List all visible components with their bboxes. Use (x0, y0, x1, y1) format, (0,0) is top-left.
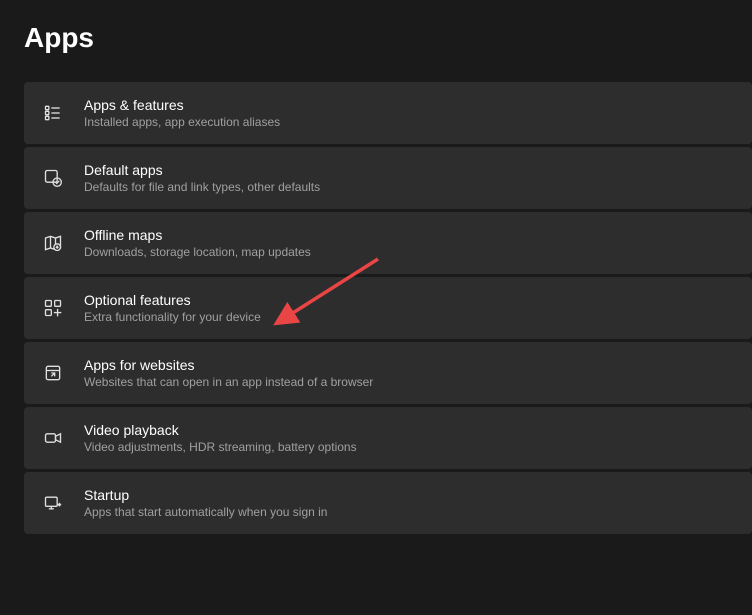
startup-icon (42, 492, 64, 514)
item-text: Startup Apps that start automatically wh… (84, 487, 327, 519)
list-checklist-icon (42, 102, 64, 124)
item-text: Default apps Defaults for file and link … (84, 162, 320, 194)
map-icon (42, 232, 64, 254)
item-subtitle: Extra functionality for your device (84, 310, 261, 324)
settings-item-startup[interactable]: Startup Apps that start automatically wh… (24, 472, 752, 534)
settings-list: Apps & features Installed apps, app exec… (0, 82, 752, 534)
settings-item-default-apps[interactable]: Default apps Defaults for file and link … (24, 147, 752, 209)
settings-item-apps-features[interactable]: Apps & features Installed apps, app exec… (24, 82, 752, 144)
item-text: Optional features Extra functionality fo… (84, 292, 261, 324)
default-apps-icon (42, 167, 64, 189)
item-title: Startup (84, 487, 327, 503)
settings-item-optional-features[interactable]: Optional features Extra functionality fo… (24, 277, 752, 339)
item-subtitle: Installed apps, app execution aliases (84, 115, 280, 129)
item-text: Offline maps Downloads, storage location… (84, 227, 311, 259)
item-title: Offline maps (84, 227, 311, 243)
item-text: Video playback Video adjustments, HDR st… (84, 422, 357, 454)
item-title: Video playback (84, 422, 357, 438)
settings-item-offline-maps[interactable]: Offline maps Downloads, storage location… (24, 212, 752, 274)
item-subtitle: Apps that start automatically when you s… (84, 505, 327, 519)
apps-websites-icon (42, 362, 64, 384)
item-text: Apps & features Installed apps, app exec… (84, 97, 280, 129)
settings-item-apps-websites[interactable]: Apps for websites Websites that can open… (24, 342, 752, 404)
item-title: Default apps (84, 162, 320, 178)
item-title: Optional features (84, 292, 261, 308)
item-title: Apps for websites (84, 357, 373, 373)
item-subtitle: Video adjustments, HDR streaming, batter… (84, 440, 357, 454)
item-subtitle: Websites that can open in an app instead… (84, 375, 373, 389)
page-title: Apps (0, 0, 752, 82)
item-title: Apps & features (84, 97, 280, 113)
item-subtitle: Defaults for file and link types, other … (84, 180, 320, 194)
item-subtitle: Downloads, storage location, map updates (84, 245, 311, 259)
optional-features-icon (42, 297, 64, 319)
settings-item-video-playback[interactable]: Video playback Video adjustments, HDR st… (24, 407, 752, 469)
item-text: Apps for websites Websites that can open… (84, 357, 373, 389)
video-icon (42, 427, 64, 449)
